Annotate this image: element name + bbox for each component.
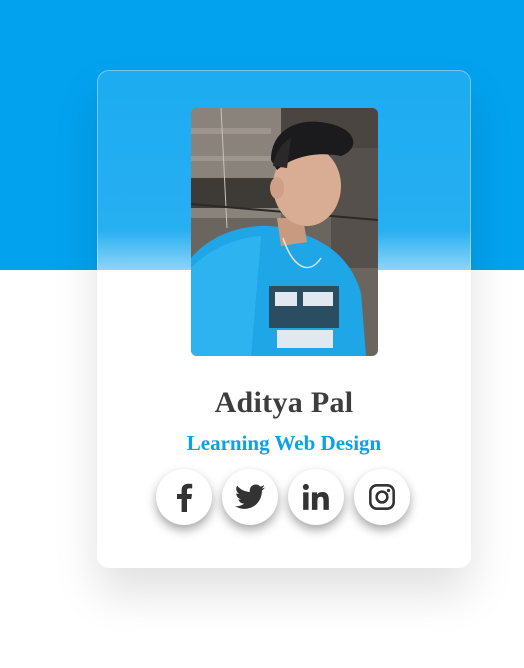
profile-photo (191, 108, 378, 356)
instagram-button[interactable] (354, 469, 410, 525)
twitter-icon (235, 484, 265, 509)
social-links (156, 469, 412, 525)
instagram-icon (369, 484, 395, 510)
linkedin-button[interactable] (288, 469, 344, 525)
linkedin-icon (302, 483, 329, 510)
facebook-icon (177, 483, 193, 512)
twitter-button[interactable] (222, 469, 278, 525)
profile-name: Aditya Pal (214, 386, 354, 419)
profile-role: Learning Web Design (186, 431, 382, 455)
facebook-button[interactable] (156, 469, 212, 525)
profile-card: Aditya Pal Learning Web Design (97, 70, 471, 568)
